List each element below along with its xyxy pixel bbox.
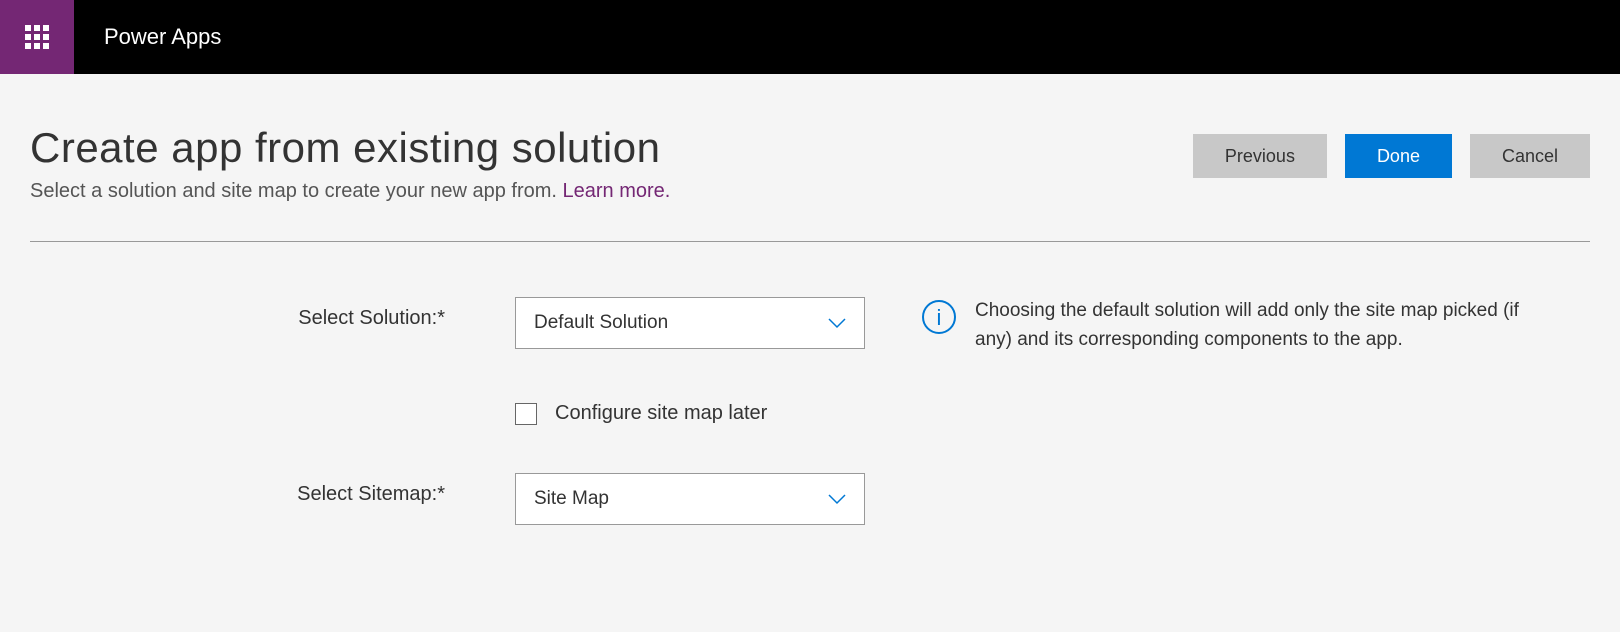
sitemap-select[interactable]: Site Map (515, 473, 865, 525)
configure-later-row: Configure site map later (515, 402, 1590, 425)
title-row: Create app from existing solution Select… (30, 124, 1590, 203)
button-row: Previous Done Cancel (1193, 134, 1590, 178)
sitemap-control-wrap: Site Map (515, 473, 873, 525)
divider (30, 241, 1590, 242)
info-text: Choosing the default solution will add o… (975, 297, 1561, 354)
solution-select[interactable]: Default Solution (515, 297, 865, 349)
configure-later-checkbox[interactable] (515, 403, 537, 425)
page-subtitle: Select a solution and site map to create… (30, 180, 670, 203)
chevron-down-icon (828, 317, 846, 329)
sitemap-select-value: Site Map (534, 488, 609, 510)
solution-label: Select Solution:* (30, 297, 515, 330)
svg-text:i: i (937, 305, 942, 330)
learn-more-link[interactable]: Learn more. (563, 180, 671, 202)
solution-select-value: Default Solution (534, 312, 668, 334)
previous-button[interactable]: Previous (1193, 134, 1327, 178)
app-launcher-button[interactable] (0, 0, 74, 74)
done-button[interactable]: Done (1345, 134, 1452, 178)
content-area: Create app from existing solution Select… (0, 74, 1620, 525)
sitemap-label: Select Sitemap:* (30, 473, 515, 506)
header-bar: Power Apps (0, 0, 1620, 74)
configure-later-label: Configure site map later (555, 402, 767, 425)
page-title: Create app from existing solution (30, 124, 670, 172)
solution-row: Select Solution:* Default Solution i Cho… (30, 297, 1590, 354)
cancel-button[interactable]: Cancel (1470, 134, 1590, 178)
form-area: Select Solution:* Default Solution i Cho… (30, 297, 1590, 525)
solution-control-wrap: Default Solution (515, 297, 873, 349)
brand-title: Power Apps (104, 24, 221, 50)
info-icon-wrap: i (921, 299, 957, 340)
info-column: i Choosing the default solution will add… (921, 297, 1561, 354)
chevron-down-icon (828, 493, 846, 505)
info-icon: i (921, 299, 957, 335)
title-block: Create app from existing solution Select… (30, 124, 670, 203)
sitemap-row: Select Sitemap:* Site Map (30, 473, 1590, 525)
subtitle-text: Select a solution and site map to create… (30, 180, 563, 202)
waffle-icon (25, 25, 49, 49)
